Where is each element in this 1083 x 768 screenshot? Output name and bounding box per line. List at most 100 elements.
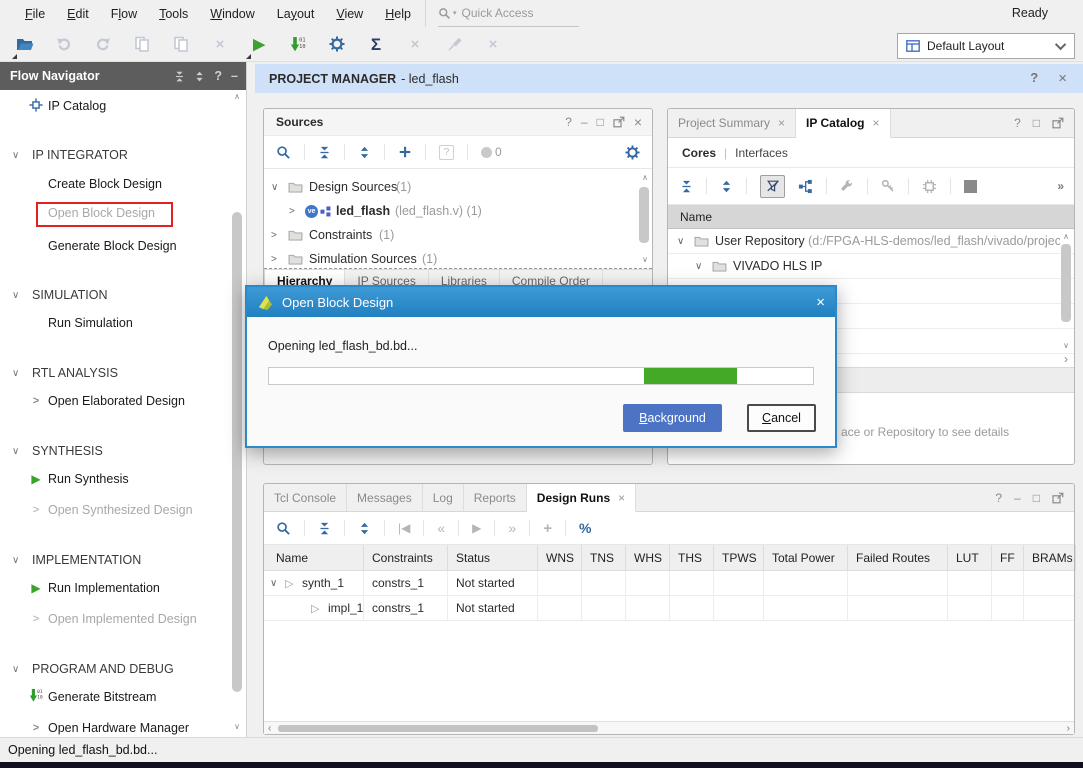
ip-name-column-header[interactable]: Name	[668, 205, 1074, 229]
scroll-up-icon[interactable]: ∧	[640, 173, 650, 182]
design-runs-hscrollbar[interactable]: ‹ ›	[264, 721, 1074, 734]
section-implementation[interactable]: ∨ IMPLEMENTATION	[0, 551, 246, 569]
close-icon[interactable]: ×	[1058, 70, 1067, 87]
maximize-icon[interactable]: □	[1033, 491, 1040, 505]
tree-item-design-sources[interactable]: ∨ Design Sources (1)	[264, 175, 638, 199]
scroll-right-icon[interactable]: ›	[1064, 352, 1068, 366]
sidebar-item-create-block-design[interactable]: Create Block Design	[0, 175, 246, 193]
chevron-down-icon[interactable]: ∨	[270, 578, 277, 589]
hide-incompatible-filter-button[interactable]	[760, 175, 785, 198]
section-synthesis[interactable]: ∨ SYNTHESIS	[0, 442, 246, 460]
help-icon[interactable]: ?	[995, 491, 1002, 505]
close-icon[interactable]: ×	[816, 294, 825, 311]
collapse-all-icon[interactable]	[680, 180, 693, 193]
menu-help[interactable]: Help	[374, 7, 422, 21]
tab-design-runs[interactable]: Design Runs ×	[527, 484, 636, 512]
tree-item-vivado-hls-ip[interactable]: ∨ VIVADO HLS IP	[668, 254, 1074, 279]
section-rtl-analysis[interactable]: ∨ RTL ANALYSIS	[0, 364, 246, 382]
menu-flow[interactable]: Flow	[100, 7, 148, 21]
sidebar-item-open-elaborated-design[interactable]: > Open Elaborated Design	[0, 392, 246, 410]
tab-project-summary[interactable]: Project Summary ×	[668, 109, 796, 137]
percent-icon[interactable]: %	[579, 520, 591, 536]
minimize-icon[interactable]: –	[581, 115, 588, 129]
float-icon[interactable]	[1052, 117, 1064, 129]
table-row-synth[interactable]: ∨ ▷ synth_1 constrs_1 Not started	[264, 571, 1074, 596]
menu-layout[interactable]: Layout	[266, 7, 326, 21]
col-total-power[interactable]: Total Power	[764, 545, 848, 570]
report-summary-button[interactable]: Σ	[367, 35, 385, 53]
col-whs[interactable]: WHS	[626, 545, 670, 570]
col-tpws[interactable]: TPWS	[714, 545, 764, 570]
open-project-button[interactable]	[16, 35, 34, 53]
subtab-interfaces[interactable]: Interfaces	[735, 146, 788, 160]
close-icon[interactable]: ×	[618, 491, 625, 505]
col-lut[interactable]: LUT	[948, 545, 992, 570]
scroll-down-icon[interactable]: ∨	[232, 722, 242, 731]
cancel-button[interactable]: Cancel	[747, 404, 816, 432]
sidebar-item-open-hardware-manager[interactable]: > Open Hardware Manager	[0, 719, 246, 737]
tree-item-user-repository[interactable]: ∨ User Repository (d:/FPGA-HLS-demos/led…	[668, 229, 1074, 254]
col-ths[interactable]: THS	[670, 545, 714, 570]
expand-all-icon[interactable]	[358, 522, 371, 535]
col-wns[interactable]: WNS	[538, 545, 582, 570]
col-name[interactable]: Name	[264, 545, 364, 570]
tab-tcl-console[interactable]: Tcl Console	[264, 484, 347, 511]
minimize-icon[interactable]: –	[1014, 491, 1021, 505]
col-tns[interactable]: TNS	[582, 545, 626, 570]
group-by-hierarchy-icon[interactable]	[798, 179, 813, 194]
scrollbar-thumb[interactable]	[278, 725, 598, 732]
col-brams[interactable]: BRAMs	[1024, 545, 1076, 570]
col-failed-routes[interactable]: Failed Routes	[848, 545, 948, 570]
background-button[interactable]: Background	[623, 404, 722, 432]
minimize-icon[interactable]: –	[231, 69, 238, 83]
tab-messages[interactable]: Messages	[347, 484, 423, 511]
subtab-cores[interactable]: Cores	[682, 146, 716, 160]
settings-button[interactable]	[328, 35, 346, 53]
sources-tree-scrollbar[interactable]: ∧ ∨	[639, 173, 650, 264]
search-icon[interactable]	[276, 521, 291, 536]
scroll-right-icon[interactable]: ›	[1067, 722, 1070, 735]
float-icon[interactable]	[613, 116, 625, 128]
scrollbar-thumb[interactable]	[232, 212, 242, 692]
overflow-icon[interactable]: »	[1057, 179, 1064, 193]
scroll-up-icon[interactable]: ∧	[1061, 232, 1071, 241]
dialog-title-bar[interactable]: Open Block Design ×	[247, 287, 835, 317]
collapse-all-icon[interactable]	[318, 146, 331, 159]
sidebar-item-open-synthesized-design[interactable]: > Open Synthesized Design	[0, 501, 246, 519]
close-icon[interactable]: ×	[634, 114, 642, 130]
sidebar-scrollbar[interactable]: ∧ ∨	[231, 92, 243, 731]
menu-view[interactable]: View	[325, 7, 374, 21]
menu-tools[interactable]: Tools	[148, 7, 199, 21]
scroll-up-icon[interactable]: ∧	[232, 92, 242, 101]
tree-item-constraints[interactable]: > Constraints (1)	[264, 223, 638, 247]
help-icon[interactable]: ?	[565, 115, 572, 129]
tab-reports[interactable]: Reports	[464, 484, 527, 511]
ip-catalog-scrollbar[interactable]: ∧ ∨	[1060, 232, 1072, 350]
sidebar-item-generate-block-design[interactable]: Generate Block Design	[0, 237, 246, 255]
scroll-down-icon[interactable]: ∨	[640, 255, 650, 264]
add-sources-icon[interactable]	[398, 145, 412, 159]
col-constraints[interactable]: Constraints	[364, 545, 448, 570]
help-icon[interactable]: ?	[214, 69, 222, 83]
sidebar-item-run-implementation[interactable]: ▶ Run Implementation	[0, 579, 246, 597]
menu-file[interactable]: File	[14, 7, 56, 21]
col-ff[interactable]: FF	[992, 545, 1024, 570]
scrollbar-thumb[interactable]	[1061, 244, 1071, 322]
sidebar-item-run-simulation[interactable]: Run Simulation	[0, 314, 246, 332]
maximize-icon[interactable]: □	[1033, 116, 1040, 130]
sidebar-item-open-implemented-design[interactable]: > Open Implemented Design	[0, 610, 246, 628]
collapse-all-icon[interactable]	[318, 522, 331, 535]
tree-item-simulation-sources[interactable]: > Simulation Sources (1)	[264, 247, 638, 271]
help-icon[interactable]: ?	[1014, 116, 1021, 130]
section-simulation[interactable]: ∨ SIMULATION	[0, 286, 246, 304]
expand-all-icon[interactable]	[358, 146, 371, 159]
close-icon[interactable]: ×	[873, 116, 880, 130]
search-icon[interactable]	[276, 145, 291, 160]
expand-all-icon[interactable]	[720, 180, 733, 193]
expand-all-icon[interactable]	[194, 71, 205, 82]
table-row-impl[interactable]: ▷ impl_1 constrs_1 Not started	[264, 596, 1074, 621]
sidebar-item-run-synthesis[interactable]: ▶ Run Synthesis	[0, 470, 246, 488]
tab-log[interactable]: Log	[423, 484, 464, 511]
run-button[interactable]: ▶	[250, 35, 268, 53]
tab-ip-catalog[interactable]: IP Catalog ×	[796, 109, 890, 138]
